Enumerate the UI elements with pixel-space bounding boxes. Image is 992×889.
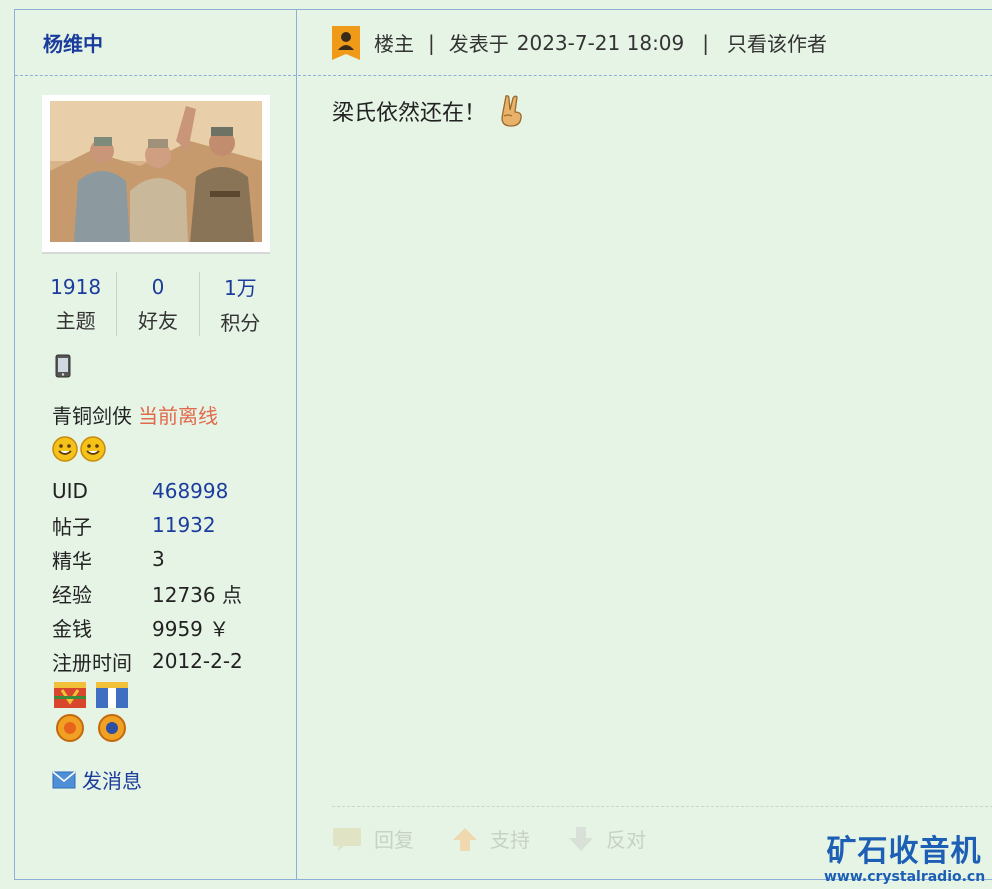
info-key: UID [52,479,88,503]
post-text: 梁氏依然还在！ [332,101,487,126]
owner-label: 楼主 [374,32,414,56]
stat-topics-value[interactable]: 1918 [35,275,116,299]
post-header: 楼主 | 发表于 2023-7-21 18:09 | 只看该作者 [298,10,992,76]
arrow-up-icon [453,827,477,851]
send-message-button[interactable]: 发消息 [52,765,142,794]
posted-label: 发表于 [448,32,509,56]
medal-icon[interactable] [52,682,88,746]
stat-friends-value[interactable]: 0 [117,275,198,299]
post-main: 楼主 | 发表于 2023-7-21 18:09 | 只看该作者 梁氏依然还在！… [298,10,992,879]
info-row-digest: 精华 3 [52,542,282,576]
post-container: 杨维中 1918 主题 0 好友 1万 积分 青铜剑侠 当前离线 UID 468… [14,9,992,880]
registered-value: 2012-2-2 [152,649,243,673]
posts-value[interactable]: 11932 [152,513,216,537]
support-label: 支持 [490,828,530,852]
info-row-money: 金钱 9959 ￥ [52,610,282,644]
stat-topics-label: 主题 [55,308,96,333]
site-watermark: 矿石收音机 www.crystalradio.cn [824,834,986,886]
stat-friends-label: 好友 [137,308,178,333]
watermark-url: www.crystalradio.cn [824,869,986,885]
mobile-phone-icon [55,354,71,378]
avatar-image [50,101,262,242]
online-status: 当前离线 [138,404,218,428]
stat-friends[interactable]: 0 好友 [116,272,198,336]
user-info-list: UID 468998 帖子 11932 精华 3 经验 12736 点 金钱 9… [52,474,282,678]
only-author-link[interactable]: 只看该作者 [727,28,827,57]
info-key: 经验 [52,582,92,607]
post-content: 梁氏依然还在！ [332,94,526,128]
thread-owner-icon [332,25,360,60]
arrow-down-icon [569,826,593,851]
info-row-uid: UID 468998 [52,474,282,508]
rank-row: 青铜剑侠 当前离线 [52,400,218,429]
author-sidebar: 杨维中 1918 主题 0 好友 1万 积分 青铜剑侠 当前离线 UID 468… [15,10,297,879]
send-message-label: 发消息 [82,769,142,793]
author-name-link[interactable]: 杨维中 [43,28,103,57]
envelope-icon [52,770,76,788]
divider: | [428,30,435,55]
username-row: 杨维中 [15,10,296,76]
medals [52,682,130,746]
rank-stars [52,436,106,462]
oppose-button[interactable]: 反对 [568,824,646,853]
info-row-registered: 注册时间 2012-2-2 [52,644,282,678]
stat-points[interactable]: 1万 积分 [198,272,281,336]
user-stats: 1918 主题 0 好友 1万 积分 [35,272,281,336]
avatar[interactable] [42,95,270,252]
support-button[interactable]: 支持 [452,824,530,853]
experience-value: 12736 点 [152,582,242,607]
stat-points-label: 积分 [220,311,261,335]
digest-value: 3 [152,547,165,571]
oppose-label: 反对 [606,828,646,852]
info-key: 精华 [52,548,92,573]
speech-bubble-icon [333,827,361,851]
money-value: 9959 ￥ [152,616,230,641]
stat-topics[interactable]: 1918 主题 [35,272,116,336]
divider: | [702,30,709,55]
reply-label: 回复 [374,828,414,852]
info-row-experience: 经验 12736 点 [52,576,282,610]
info-key: 帖子 [52,514,92,539]
victory-hand-icon [501,95,522,127]
info-key: 金钱 [52,616,92,641]
medal-icon[interactable] [94,682,130,746]
uid-value[interactable]: 468998 [152,479,228,503]
smiley-icon [80,436,106,462]
watermark-title: 矿石收音机 [826,834,982,869]
reply-button[interactable]: 回复 [332,824,414,853]
info-key: 注册时间 [52,650,132,675]
smiley-icon [52,436,78,462]
post-timestamp: 2023-7-21 18:09 [516,30,685,55]
user-rank[interactable]: 青铜剑侠 [52,404,132,428]
info-row-posts: 帖子 11932 [52,508,282,542]
stat-points-value[interactable]: 1万 [200,272,281,301]
